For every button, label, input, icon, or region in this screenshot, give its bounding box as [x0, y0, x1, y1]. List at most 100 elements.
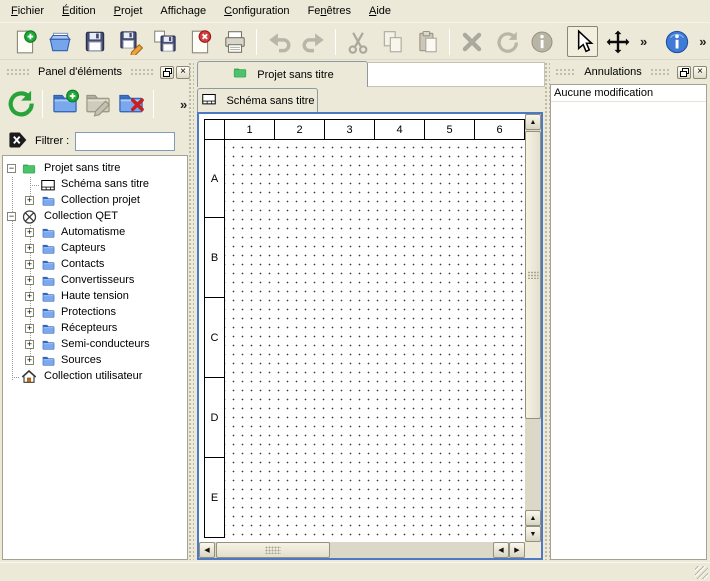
scroll-up-button[interactable]: ▲ — [525, 114, 541, 130]
new-document-button[interactable] — [9, 26, 40, 57]
save-as-button[interactable] — [114, 26, 145, 57]
tree-expander-plus[interactable]: + — [25, 196, 34, 205]
tools-toolbar-group — [567, 26, 633, 57]
file-toolbar-group — [9, 26, 250, 57]
delete-category-icon — [117, 89, 145, 120]
tree-item-schema-sans-titre[interactable]: Schéma sans titre — [3, 177, 187, 193]
menu-configuration[interactable]: Configuration — [215, 2, 298, 20]
tree-expander-plus[interactable]: + — [25, 356, 34, 365]
left-splitter-handle[interactable] — [188, 62, 194, 560]
menu-aide[interactable]: Aide — [360, 2, 400, 20]
print-button[interactable] — [219, 26, 250, 57]
scroll-right-button[interactable]: ▶ — [509, 542, 525, 558]
diagram-row-header: B — [204, 217, 225, 298]
tree-item-collection-qet[interactable]: −Collection QET — [3, 209, 187, 225]
scroll-down-button[interactable]: ▼ — [525, 526, 541, 542]
diagram-row-header: A — [204, 139, 225, 218]
float-dock-button[interactable] — [160, 66, 174, 79]
close-file-button[interactable] — [184, 26, 215, 57]
tree-expander-plus[interactable]: + — [25, 308, 34, 317]
filter-input[interactable] — [75, 132, 175, 151]
scrollbar-grip — [528, 271, 539, 279]
tree-item-sources[interactable]: +Sources — [3, 353, 187, 369]
menu-edition[interactable]: Édition — [53, 2, 105, 20]
about-button[interactable] — [661, 26, 692, 57]
tools-overflow-button[interactable]: » — [636, 32, 651, 51]
scroll-up-button[interactable]: ▲ — [525, 510, 541, 526]
save-all-button[interactable] — [149, 26, 180, 57]
menu-fenetres[interactable]: Fenêtres — [299, 2, 360, 20]
select-cursor-button[interactable] — [567, 26, 598, 57]
tree-expander-plus[interactable]: + — [25, 276, 34, 285]
diagram-canvas[interactable]: 123456ABCDE — [199, 114, 541, 558]
toolbar-separator — [449, 29, 450, 55]
window-resize-grip[interactable] — [695, 566, 708, 579]
tab-diagram[interactable]: Schéma sans titre — [197, 88, 318, 112]
tree-item-automatisme[interactable]: +Automatisme — [3, 225, 187, 241]
help-toolbar-group — [661, 26, 692, 57]
vertical-scrollbar-thumb[interactable] — [525, 131, 541, 419]
tree-expander-plus[interactable]: + — [25, 324, 34, 333]
horizontal-scrollbar-thumb[interactable] — [216, 542, 330, 558]
tree-item-projet-sans-titre[interactable]: − Projet sans titre — [3, 161, 187, 177]
diagram-corner-cell — [204, 119, 225, 140]
tree-expander-plus[interactable]: + — [25, 244, 34, 253]
menu-fichier[interactable]: Fichier — [2, 2, 53, 20]
edit-category-button[interactable] — [84, 89, 112, 119]
help-overflow-button[interactable]: » — [695, 32, 710, 51]
tree-item-recepteurs[interactable]: +Récepteurs — [3, 321, 187, 337]
open-button[interactable] — [44, 26, 75, 57]
delete-category-button[interactable] — [117, 89, 145, 119]
edit-category-icon — [84, 89, 112, 120]
tree-item-label: Convertisseurs — [61, 274, 134, 286]
diagram-column-header: 2 — [274, 119, 325, 140]
float-dock-button[interactable] — [677, 66, 691, 79]
delete-button — [456, 26, 487, 57]
qet-collection-icon — [20, 209, 38, 225]
scroll-left-icon: ◀ — [498, 546, 503, 554]
tree-item-haute-tension[interactable]: +Haute tension — [3, 289, 187, 305]
tree-expander-plus[interactable]: + — [25, 228, 34, 237]
tab-project[interactable]: Projet sans titre — [197, 61, 368, 87]
elements-panel-title: Panel d'éléments — [34, 66, 126, 78]
tree-item-capteurs[interactable]: +Capteurs — [3, 241, 187, 257]
tree-item-contacts[interactable]: +Contacts — [3, 257, 187, 273]
scroll-left-button[interactable]: ◀ — [493, 542, 509, 558]
folder-icon — [39, 225, 57, 241]
rotate-button — [491, 26, 522, 57]
undo-list-item[interactable]: Aucune modification — [551, 85, 706, 102]
save-button[interactable] — [79, 26, 110, 57]
elements-tree[interactable]: −Projet sans titreSchéma sans titre+Coll… — [2, 155, 188, 560]
tree-expander-minus[interactable]: − — [7, 164, 16, 173]
vertical-scrollbar[interactable]: ▲ ▲ ▼ — [525, 114, 541, 542]
scroll-left-button[interactable]: ◀ — [199, 542, 215, 558]
tree-expander-minus[interactable]: − — [7, 212, 16, 221]
tree-item-protections[interactable]: +Protections — [3, 305, 187, 321]
new-category-button[interactable] — [51, 89, 79, 119]
menu-affichage[interactable]: Affichage — [151, 2, 215, 20]
tree-item-collection-utilisateur[interactable]: Collection utilisateur — [3, 369, 187, 385]
delete-icon — [459, 29, 485, 55]
tree-item-semi-conducteurs[interactable]: +Semi-conducteurs — [3, 337, 187, 353]
toolbar-row: » » — [0, 24, 710, 60]
reload-collections-button[interactable] — [6, 89, 34, 119]
elements-panel-titlebar[interactable]: Panel d'éléments × — [2, 62, 190, 82]
project-tab-label: Projet sans titre — [257, 69, 333, 81]
tree-item-collection-projet[interactable]: +Collection projet — [3, 193, 187, 209]
tree-expander-plus[interactable]: + — [25, 340, 34, 349]
tree-expander-plus[interactable]: + — [25, 292, 34, 301]
undo-panel-titlebar[interactable]: Annulations × — [551, 62, 707, 82]
move-button[interactable] — [602, 26, 633, 57]
tree-expander-plus[interactable]: + — [25, 260, 34, 269]
clear-filter-icon[interactable] — [7, 130, 29, 153]
copy-icon — [380, 29, 406, 55]
about-icon — [664, 29, 690, 55]
tree-item-convertisseurs[interactable]: + Convertisseurs — [3, 273, 187, 289]
horizontal-scrollbar[interactable]: ◀ ◀ ▶ — [199, 542, 525, 558]
menu-projet[interactable]: Projet — [105, 2, 152, 20]
tree-item-label: Projet sans titre — [44, 162, 120, 174]
close-dock-button[interactable]: × — [693, 66, 707, 79]
diagram-icon — [200, 92, 218, 110]
new-category-icon — [51, 89, 79, 120]
undo-history-list[interactable]: Aucune modification — [550, 84, 707, 560]
